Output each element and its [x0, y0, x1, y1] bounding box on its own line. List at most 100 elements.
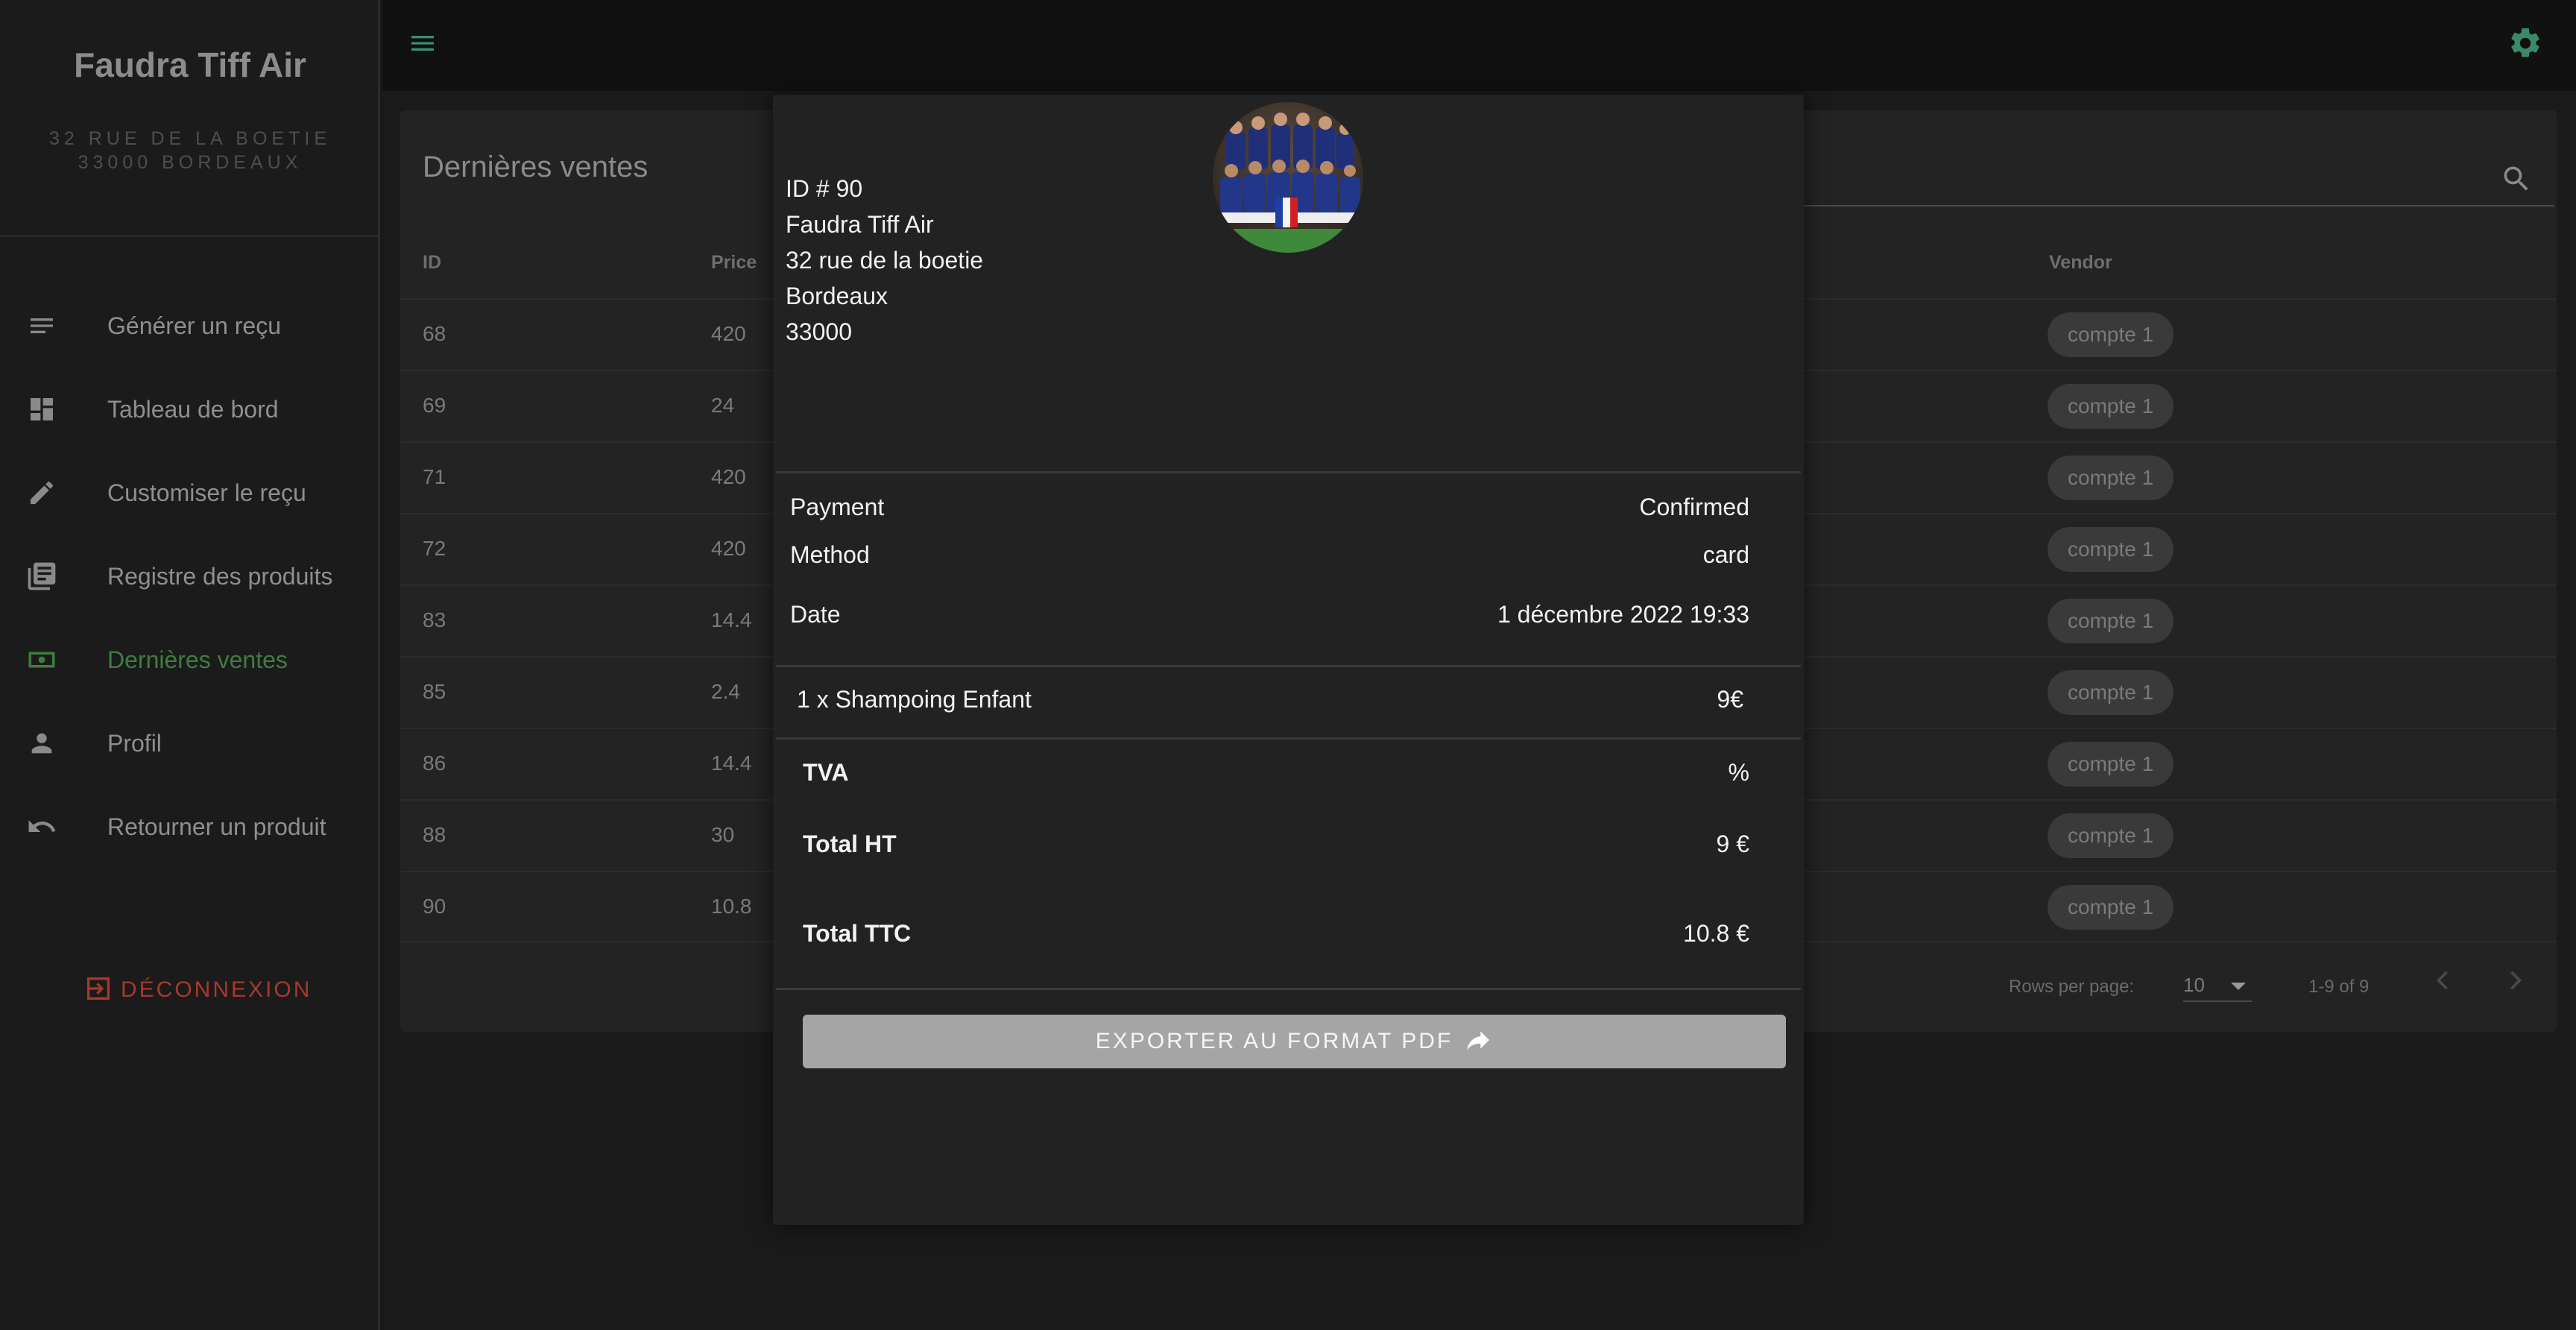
logout-icon: [83, 974, 113, 1007]
sidebar-item-tableau-de-bord[interactable]: Tableau de bord: [0, 376, 379, 443]
sidebar-item-customiser[interactable]: Customiser le reçu: [0, 459, 379, 526]
money-icon: [25, 643, 58, 676]
cell-id: 71: [423, 465, 446, 488]
cell-id: 68: [423, 322, 446, 345]
column-header-price[interactable]: Price: [711, 252, 757, 274]
dashboard-icon: [25, 393, 58, 426]
rows-per-page-label: Rows per page:: [2009, 977, 2135, 997]
payment-label: Payment: [790, 494, 885, 520]
search-icon: [2500, 166, 2533, 198]
vendor-chip: compte 1: [2048, 885, 2174, 930]
person-icon: [25, 727, 58, 760]
notes-icon: [25, 309, 58, 342]
date-label: Date: [790, 601, 841, 628]
logout-button[interactable]: DÉCONNEXION: [83, 973, 312, 1007]
payment-value: Confirmed: [1639, 494, 1749, 520]
receipt-id: ID # 90: [786, 175, 863, 202]
cell-price: 14.4: [711, 608, 752, 631]
previous-page-button[interactable]: [2426, 964, 2463, 1001]
tva-label: TVA: [803, 759, 849, 786]
export-pdf-button[interactable]: EXPORTER AU FORMAT PDF: [803, 1015, 1786, 1068]
divider: [776, 665, 1801, 667]
cell-price: 14.4: [711, 751, 752, 775]
share-arrow-icon: [1463, 1025, 1493, 1059]
cell-price: 30: [711, 823, 735, 846]
gear-icon: [2507, 28, 2543, 64]
method-value: card: [1702, 541, 1749, 568]
settings-button[interactable]: [2507, 25, 2545, 63]
undo-icon: [25, 810, 58, 843]
address-line-2: 33000 BORDEAUX: [78, 152, 303, 173]
library-books-icon: [25, 560, 58, 593]
rows-per-page-value: 10: [2183, 974, 2205, 996]
sidebar-divider: [0, 235, 379, 237]
sidebar-item-label: Registre des produits: [107, 562, 333, 590]
cell-id: 90: [423, 895, 446, 918]
vendor-chip: compte 1: [2048, 312, 2174, 357]
divider: [776, 471, 1801, 473]
sidebar-item-registre[interactable]: Registre des produits: [0, 543, 379, 610]
app-root: Faudra Tiff Air 32 RUE DE LA BOETIE 3300…: [0, 0, 2576, 1330]
sidebar-item-dernieres-ventes[interactable]: Dernières ventes: [0, 626, 379, 693]
vendor-chip: compte 1: [2048, 813, 2174, 858]
cell-id: 88: [423, 823, 446, 846]
vendor-chip: compte 1: [2048, 456, 2174, 500]
date-value: 1 décembre 2022 19:33: [1497, 601, 1749, 628]
cell-price: 24: [711, 394, 735, 417]
total-ht-value: 9 €: [1716, 831, 1749, 857]
pagination-range: 1-9 of 9: [2308, 977, 2370, 997]
top-bar: [382, 0, 2576, 91]
sidebar-item-label: Tableau de bord: [107, 395, 279, 423]
method-label: Method: [790, 541, 870, 568]
vendor-chip: compte 1: [2048, 599, 2174, 643]
search-button[interactable]: [2500, 163, 2537, 200]
column-header-id[interactable]: ID: [423, 252, 441, 274]
total-ht-label: Total HT: [803, 831, 897, 857]
sidebar-item-generer-recu[interactable]: Générer un reçu: [0, 292, 379, 359]
rows-per-page-select[interactable]: 10: [2183, 965, 2252, 1002]
vendor-chip: compte 1: [2048, 670, 2174, 715]
cell-id: 69: [423, 394, 446, 417]
cell-price: 2.4: [711, 680, 740, 703]
pencil-icon: [25, 476, 58, 509]
divider: [776, 988, 1801, 990]
sidebar-item-label: Profil: [107, 729, 162, 757]
receipt-zip: 33000: [786, 318, 852, 345]
receipt-modal: ID # 90 Faudra Tiff Air 32 rue de la boe…: [773, 95, 1804, 1225]
brand-name: Faudra Tiff Air: [74, 45, 306, 84]
chevron-right-icon: [2499, 971, 2532, 1000]
receipt-street: 32 rue de la boetie: [786, 247, 984, 274]
hamburger-icon: [408, 36, 438, 61]
next-page-button[interactable]: [2499, 964, 2536, 1001]
receipt-city: Bordeaux: [786, 283, 888, 309]
sidebar-item-label: Dernières ventes: [107, 646, 288, 673]
sidebar-item-label: Customiser le reçu: [107, 479, 306, 506]
vendor-chip: compte 1: [2048, 384, 2174, 429]
divider: [776, 737, 1801, 740]
team-photo-avatar: [1213, 102, 1363, 253]
cell-price: 420: [711, 465, 746, 488]
sidebar-item-profil[interactable]: Profil: [0, 710, 379, 777]
sidebar-item-label: Générer un reçu: [107, 312, 282, 339]
cell-id: 83: [423, 608, 446, 631]
vendor-chip: compte 1: [2048, 527, 2174, 572]
column-header-vendor[interactable]: Vendor: [2049, 252, 2112, 274]
cell-id: 72: [423, 537, 446, 560]
line-item-description: 1 x Shampoing Enfant: [797, 686, 1032, 713]
export-pdf-label: EXPORTER AU FORMAT PDF: [1095, 1029, 1453, 1053]
page-title: Dernières ventes: [423, 151, 648, 183]
sidebar: Faudra Tiff Air 32 RUE DE LA BOETIE 3300…: [0, 0, 380, 1330]
caret-down-icon: [2229, 981, 2247, 995]
receipt-company: Faudra Tiff Air: [786, 211, 934, 238]
sidebar-item-label: Retourner un produit: [107, 813, 326, 840]
chevron-left-icon: [2426, 971, 2459, 1000]
search-input[interactable]: [1802, 205, 2554, 207]
line-item-price: 9€: [1717, 686, 1743, 713]
cell-price: 10.8: [711, 895, 752, 918]
cell-id: 85: [423, 680, 446, 703]
total-ttc-value: 10.8 €: [1683, 920, 1749, 947]
menu-button[interactable]: [408, 28, 445, 61]
logout-label: DÉCONNEXION: [121, 977, 312, 1002]
sidebar-item-retourner[interactable]: Retourner un produit: [0, 793, 379, 860]
tva-value: %: [1728, 759, 1749, 786]
